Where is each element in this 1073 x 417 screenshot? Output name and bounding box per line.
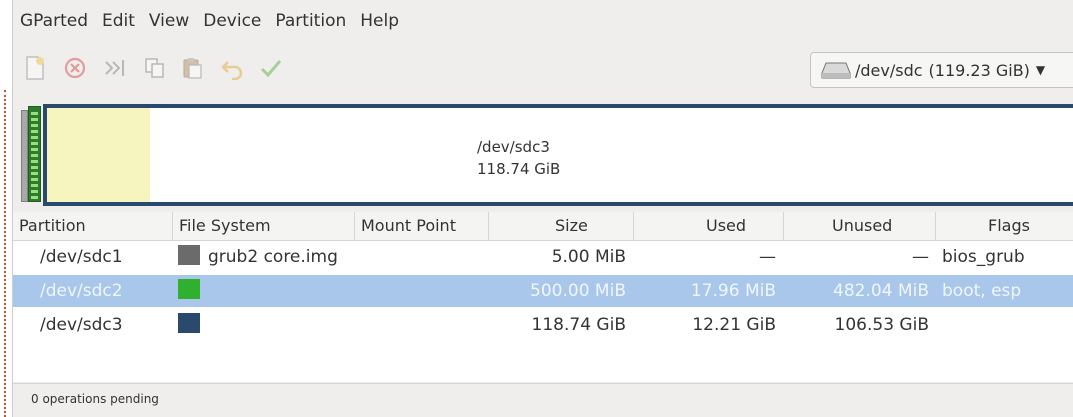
partition-graphic: /dev/sdc3 118.74 GiB [13, 100, 1073, 210]
undo-icon [221, 61, 243, 80]
resize-move-button[interactable] [101, 54, 129, 82]
cell-partition: /dev/sdc1 [40, 247, 123, 267]
cell-size: 118.74 GiB [531, 315, 626, 335]
paste-button[interactable] [179, 54, 207, 82]
fs-color-swatch [178, 279, 200, 299]
table-row-selected[interactable]: /dev/sdc2 500.00 MiB 17.96 MiB 482.04 Mi… [13, 275, 1073, 307]
cell-used: — [759, 247, 776, 267]
new-icon [26, 56, 44, 80]
cell-file-system [178, 275, 208, 307]
new-partition-button[interactable] [21, 54, 49, 82]
fs-label: grub2 core.img [208, 247, 338, 267]
cell-file-system [178, 309, 208, 341]
cell-used: 12.21 GiB [692, 315, 776, 335]
device-selector[interactable]: /dev/sdc (119.23 GiB) ▼ [810, 52, 1073, 88]
column-size[interactable]: Size [489, 212, 634, 240]
column-used[interactable]: Used [634, 212, 784, 240]
menu-partition[interactable]: Partition [275, 11, 346, 31]
partition-table: Partition File System Mount Point Size U… [13, 212, 1073, 382]
fs-color-swatch [178, 313, 200, 333]
status-text: 0 operations pending [31, 392, 159, 406]
delete-partition-button[interactable] [61, 54, 89, 82]
apply-icon [260, 60, 282, 78]
paste-icon [183, 58, 202, 79]
table-header: Partition File System Mount Point Size U… [13, 212, 1073, 241]
copy-icon [145, 58, 164, 78]
undo-button[interactable] [219, 54, 247, 82]
delete-icon [64, 57, 86, 79]
gparted-window: GParted Edit View Device Partition Help [12, 0, 1073, 417]
column-partition[interactable]: Partition [13, 212, 173, 240]
table-row[interactable]: /dev/sdc1 grub2 core.img 5.00 MiB — — bi… [13, 241, 1073, 273]
dotted-border [4, 90, 6, 417]
cell-unused: 482.04 MiB [833, 281, 929, 301]
resize-move-icon [105, 60, 124, 76]
used-space-fill [47, 108, 150, 202]
partition-segment-sdc1[interactable] [28, 106, 41, 202]
device-path: /dev/sdc [855, 60, 923, 80]
menu-view[interactable]: View [149, 11, 189, 31]
chevron-down-icon: ▼ [1035, 63, 1046, 77]
segment-label: /dev/sdc3 118.74 GiB [477, 136, 560, 180]
segment-partition-size: 118.74 GiB [477, 160, 561, 178]
apply-button[interactable] [257, 54, 285, 82]
column-mount-point[interactable]: Mount Point [355, 212, 489, 240]
cell-size: 5.00 MiB [551, 247, 626, 267]
device-size: (119.23 GiB) [928, 60, 1030, 80]
segment-partition-name: /dev/sdc3 [477, 138, 550, 156]
menu-gparted[interactable]: GParted [20, 11, 88, 31]
page-margin [0, 0, 12, 417]
cell-size: 500.00 MiB [530, 281, 626, 301]
cell-used: 17.96 MiB [690, 281, 776, 301]
cell-flags: boot, esp [942, 281, 1022, 301]
menu-help[interactable]: Help [360, 11, 399, 31]
fs-color-swatch [178, 245, 200, 265]
cell-file-system: grub2 core.img [178, 241, 338, 273]
cell-partition: /dev/sdc2 [40, 281, 123, 301]
status-bar: 0 operations pending [13, 383, 1073, 417]
menu-device[interactable]: Device [203, 11, 261, 31]
column-file-system[interactable]: File System [173, 212, 355, 240]
column-unused[interactable]: Unused [784, 212, 936, 240]
toolbar: /dev/sdc (119.23 GiB) ▼ [13, 44, 1073, 96]
menu-edit[interactable]: Edit [102, 11, 135, 31]
copy-button[interactable] [141, 54, 169, 82]
column-flags[interactable]: Flags [936, 212, 1073, 240]
sdc1-pattern [31, 109, 38, 199]
cell-flags: bios_grub [942, 247, 1025, 267]
cell-partition: /dev/sdc3 [40, 315, 123, 335]
cell-unused: — [912, 247, 929, 267]
unallocated-segment[interactable] [21, 110, 28, 202]
cell-unused: 106.53 GiB [834, 315, 929, 335]
partition-segment-sdc3[interactable]: /dev/sdc3 118.74 GiB [43, 104, 1073, 206]
table-row[interactable]: /dev/sdc3 118.74 GiB 12.21 GiB 106.53 Gi… [13, 309, 1073, 341]
harddisk-icon [821, 62, 851, 79]
menubar: GParted Edit View Device Partition Help [13, 0, 1073, 42]
